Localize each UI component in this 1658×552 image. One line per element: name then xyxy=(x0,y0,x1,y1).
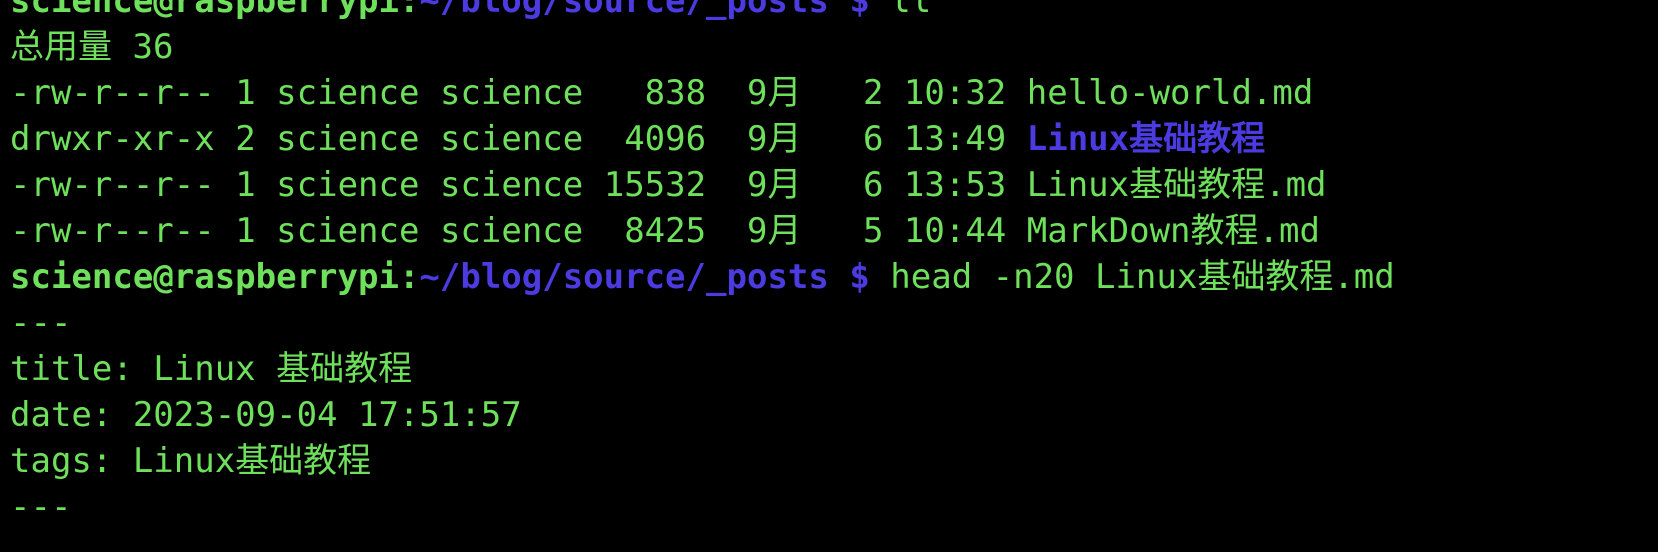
output-line: --- xyxy=(10,487,72,527)
file-time: 10:44 xyxy=(903,211,1007,251)
file-month: 9月 xyxy=(747,211,802,251)
prompt-user-host: science@raspberrypi xyxy=(10,0,399,21)
file-size: 15532 xyxy=(603,165,707,205)
file-day: 2 xyxy=(842,73,884,113)
file-size: 8425 xyxy=(603,211,707,251)
file-links: 2 xyxy=(235,119,256,159)
file-owner: science xyxy=(276,165,420,205)
file-month: 9月 xyxy=(747,119,802,159)
file-perms: -rw-r--r-- xyxy=(10,73,215,113)
file-group: science xyxy=(439,165,584,205)
command-text: ll xyxy=(890,0,932,21)
file-group: science xyxy=(439,211,584,251)
output-line: title: Linux 基础教程 xyxy=(10,349,413,389)
file-listing-row: -rw-r--r-- 1 science science 838 9月 2 10… xyxy=(10,70,1395,116)
prompt-user-host: science@raspberrypi xyxy=(10,257,399,297)
file-day: 6 xyxy=(842,119,884,159)
terminal-output: science@raspberrypi:~/blog/source/_posts… xyxy=(10,0,1395,530)
prompt-line-previous: science@raspberrypi:~/blog/source/_posts… xyxy=(10,0,1395,24)
terminal-window[interactable]: science@raspberrypi:~/blog/source/_posts… xyxy=(0,0,1658,552)
file-group: science xyxy=(439,119,584,159)
prompt-line-current: science@raspberrypi:~/blog/source/_posts… xyxy=(10,254,1395,300)
total-line: 总用量 36 xyxy=(10,27,174,67)
prompt-dollar: $ xyxy=(849,0,870,21)
prompt-path: ~/blog/source/_posts xyxy=(419,0,829,21)
file-links: 1 xyxy=(235,211,256,251)
file-group: science xyxy=(439,73,584,113)
file-time: 10:32 xyxy=(903,73,1007,113)
file-size: 4096 xyxy=(603,119,707,159)
file-name[interactable]: MarkDown教程.md xyxy=(1027,211,1320,251)
prompt-path: ~/blog/source/_posts xyxy=(419,257,829,297)
file-owner: science xyxy=(276,211,420,251)
output-line: date: 2023-09-04 17:51:57 xyxy=(10,395,522,435)
file-perms: drwxr-xr-x xyxy=(10,119,215,159)
file-day: 5 xyxy=(842,211,884,251)
output-line: --- xyxy=(10,303,72,343)
file-day: 6 xyxy=(842,165,884,205)
file-owner: science xyxy=(276,119,420,159)
file-listing-row: -rw-r--r-- 1 science science 8425 9月 5 1… xyxy=(10,208,1395,254)
file-perms: -rw-r--r-- xyxy=(10,211,215,251)
file-links: 1 xyxy=(235,165,256,205)
file-links: 1 xyxy=(235,73,256,113)
prompt-dollar: $ xyxy=(849,257,870,297)
file-perms: -rw-r--r-- xyxy=(10,165,215,205)
prompt-separator: : xyxy=(398,0,420,21)
file-listing-row: -rw-r--r-- 1 science science 15532 9月 6 … xyxy=(10,162,1395,208)
file-size: 838 xyxy=(603,73,707,113)
prompt-separator: : xyxy=(398,257,420,297)
file-name[interactable]: hello-world.md xyxy=(1027,73,1314,113)
file-month: 9月 xyxy=(747,73,802,113)
file-name[interactable]: Linux基础教程 xyxy=(1027,119,1265,159)
output-line: tags: Linux基础教程 xyxy=(10,441,372,481)
file-owner: science xyxy=(276,73,420,113)
file-name[interactable]: Linux基础教程.md xyxy=(1027,165,1327,205)
file-month: 9月 xyxy=(747,165,802,205)
file-listing-row: drwxr-xr-x 2 science science 4096 9月 6 1… xyxy=(10,116,1395,162)
file-time: 13:53 xyxy=(903,165,1007,205)
file-time: 13:49 xyxy=(903,119,1007,159)
command-text: head -n20 Linux基础教程.md xyxy=(890,257,1395,297)
